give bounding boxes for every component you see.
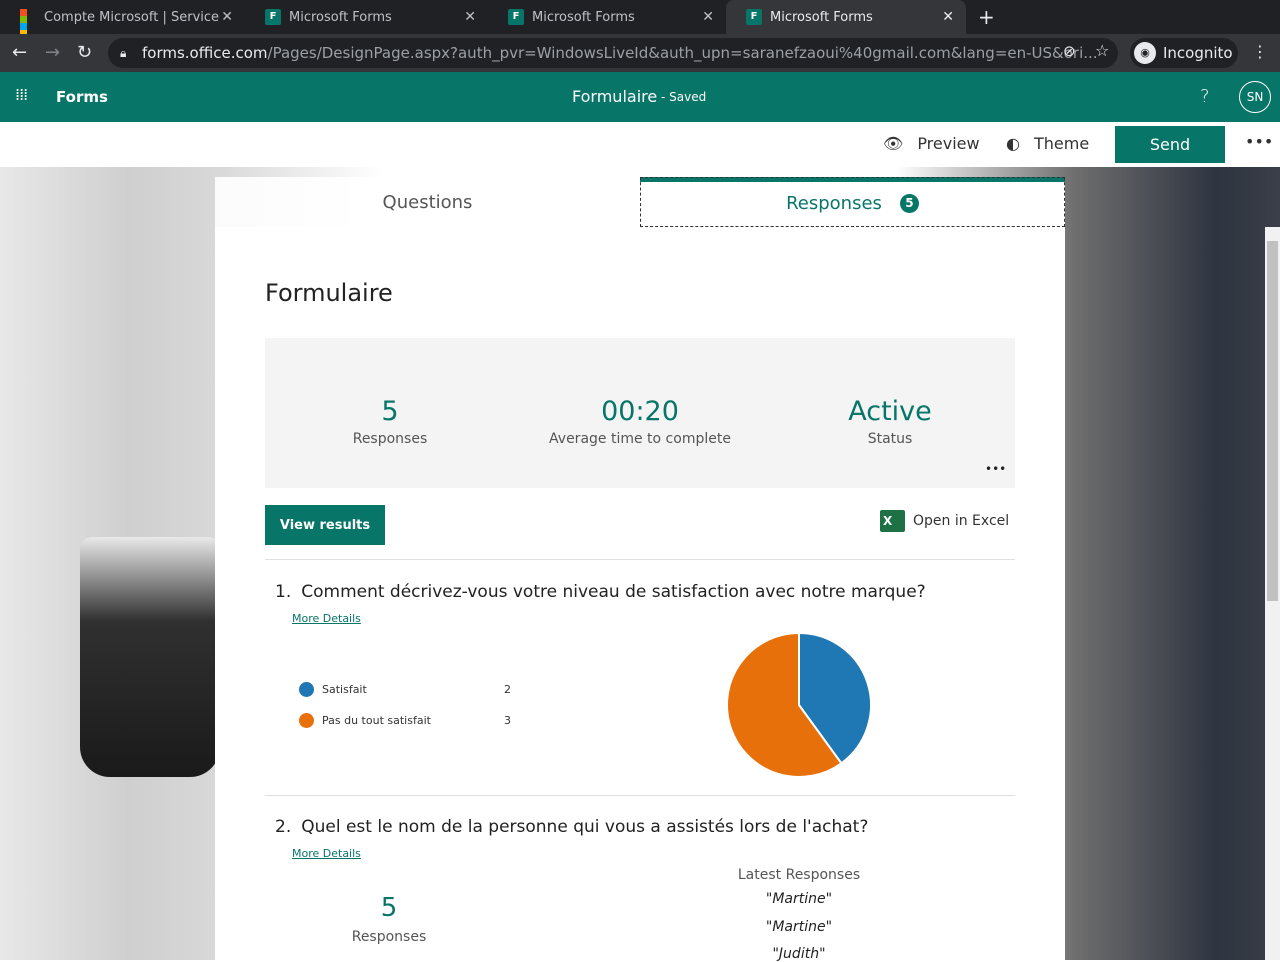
divider xyxy=(265,795,1015,796)
view-results-button[interactable]: View results xyxy=(265,505,385,545)
close-tab-icon[interactable]: ✕ xyxy=(221,9,233,25)
legend-count: 3 xyxy=(504,714,511,727)
stat-value: Active xyxy=(848,396,932,427)
preview-button[interactable]: 👁︎ Preview xyxy=(883,134,980,153)
url-input[interactable]: 🔒︎ forms.office.com/Pages/DesignPage.aspx… xyxy=(108,38,1118,68)
legend-swatch xyxy=(299,682,314,697)
reload-icon[interactable]: ↻ xyxy=(77,42,92,63)
incognito-badge[interactable]: ◉ Incognito xyxy=(1130,38,1238,68)
tracking-blocked-icon[interactable]: ⊘ xyxy=(1063,42,1076,60)
question-text: Quel est le nom de la personne qui vous … xyxy=(301,817,869,837)
new-tab-button[interactable]: + xyxy=(978,5,995,29)
toolbar: 👁︎ Preview ◐ Theme Send ••• xyxy=(0,122,1280,167)
q2-response-label: Responses xyxy=(351,929,427,945)
question-number: 1. xyxy=(275,582,292,602)
stat-value: 00:20 xyxy=(601,396,679,427)
forms-icon: F xyxy=(508,9,524,25)
tab-title: Microsoft Forms xyxy=(289,9,392,25)
close-tab-icon[interactable]: ✕ xyxy=(942,9,954,25)
scrollbar-thumb[interactable] xyxy=(1267,241,1278,601)
preview-label: Preview xyxy=(917,134,980,153)
pie-chart xyxy=(726,631,872,778)
scrollbar[interactable] xyxy=(1265,227,1280,960)
theme-button[interactable]: ◐ Theme xyxy=(1006,134,1089,153)
tab-questions[interactable]: Questions xyxy=(215,177,640,227)
incognito-label: Incognito xyxy=(1163,44,1233,62)
url-host: forms.office.com xyxy=(142,44,268,62)
stat-label: Average time to complete xyxy=(549,431,731,447)
question-2-title: 2. Quel est le nom de la personne qui vou… xyxy=(275,817,868,837)
browser-menu-icon[interactable]: ⋮ xyxy=(1252,42,1268,61)
send-button[interactable]: Send xyxy=(1115,126,1225,163)
address-bar: ← → ↻ 🔒︎ forms.office.com/Pages/DesignPag… xyxy=(0,34,1280,72)
palette-icon: ◐ xyxy=(1006,134,1020,153)
question-1-title: 1. Comment décrivez-vous votre niveau de … xyxy=(275,582,926,602)
stat-label: Status xyxy=(867,431,913,447)
forms-icon: F xyxy=(746,9,762,25)
eye-icon: 👁︎ xyxy=(883,134,904,153)
browser-tab-bar: Compte Microsoft | Service ✕ F Microsoft F… xyxy=(0,0,1280,37)
microsoft-logo-icon xyxy=(20,9,36,37)
stat-value: 5 xyxy=(381,396,399,427)
incognito-icon: ◉ xyxy=(1134,42,1156,64)
q2-response-count: 5 xyxy=(380,893,398,923)
tab-title: Compte Microsoft | Service xyxy=(44,9,220,25)
form-title-header: Formulaire xyxy=(572,87,658,106)
latest-response: "Martine" xyxy=(765,919,833,935)
bookmark-star-icon[interactable]: ☆ xyxy=(1095,41,1109,60)
divider xyxy=(265,559,1015,560)
open-in-excel-label: Open in Excel xyxy=(913,513,1010,529)
legend-label: Satisfait xyxy=(322,683,367,696)
coffee-cup-image xyxy=(80,537,220,777)
app-launcher-icon[interactable]: ⁞⁞⁞ xyxy=(15,85,28,104)
latest-response: "Martine" xyxy=(765,891,833,907)
legend-item: Pas du tout satisfait 3 xyxy=(299,713,511,728)
theme-label: Theme xyxy=(1033,134,1090,153)
tab-responses-label: Responses xyxy=(786,193,882,214)
responses-count-badge: 5 xyxy=(899,194,919,213)
more-details-link[interactable]: More Details xyxy=(292,847,361,860)
stat-average-time: 00:20 Average time to complete xyxy=(515,396,765,447)
browser-tab[interactable]: Compte Microsoft | Service ✕ xyxy=(0,0,245,37)
stat-responses: 5 Responses xyxy=(265,396,515,447)
app-name[interactable]: Forms xyxy=(56,88,108,106)
close-tab-icon[interactable]: ✕ xyxy=(702,9,714,25)
back-icon[interactable]: ← xyxy=(12,42,27,63)
browser-tab-active[interactable]: F Microsoft Forms ✕ xyxy=(726,0,966,34)
legend-count: 2 xyxy=(504,683,511,696)
more-details-link[interactable]: More Details xyxy=(292,612,361,625)
browser-tab[interactable]: F Microsoft Forms ✕ xyxy=(488,0,726,34)
url-path: /Pages/DesignPage.aspx?auth_pvr=WindowsL… xyxy=(267,44,1098,62)
legend-item: Satisfait 2 xyxy=(299,682,511,697)
save-status: - Saved xyxy=(661,90,707,104)
legend-label: Pas du tout satisfait xyxy=(322,714,431,727)
form-title: Formulaire xyxy=(265,279,393,307)
lock-icon: 🔒︎ xyxy=(120,46,127,60)
legend-swatch xyxy=(299,713,314,728)
browser-tab[interactable]: F Microsoft Forms ✕ xyxy=(245,0,488,34)
stats-more-icon[interactable]: ••• xyxy=(985,462,1006,476)
tab-title: Microsoft Forms xyxy=(532,9,635,25)
excel-icon: X xyxy=(880,510,905,532)
open-in-excel-button[interactable]: X Open in Excel xyxy=(880,510,1009,532)
forms-icon: F xyxy=(265,9,281,25)
more-options-icon[interactable]: ••• xyxy=(1245,132,1273,151)
avatar[interactable]: SN xyxy=(1239,81,1271,113)
question-text: Comment décrivez-vous votre niveau de sa… xyxy=(301,582,926,602)
summary-stats: 5 Responses 00:20 Average time to complete… xyxy=(265,338,1015,488)
forward-icon[interactable]: → xyxy=(45,42,60,63)
question-number: 2. xyxy=(275,817,292,837)
stat-status: Active Status xyxy=(765,396,1015,447)
forms-header: ⁞⁞⁞ Forms Formulaire - Saved ? SN xyxy=(0,72,1280,122)
tab-title: Microsoft Forms xyxy=(770,9,873,25)
help-button[interactable]: ? xyxy=(1200,86,1210,107)
latest-responses-label: Latest Responses xyxy=(737,867,861,883)
tab-responses[interactable]: Responses 5 xyxy=(640,177,1065,227)
close-tab-icon[interactable]: ✕ xyxy=(464,9,476,25)
stat-label: Responses xyxy=(352,431,428,447)
